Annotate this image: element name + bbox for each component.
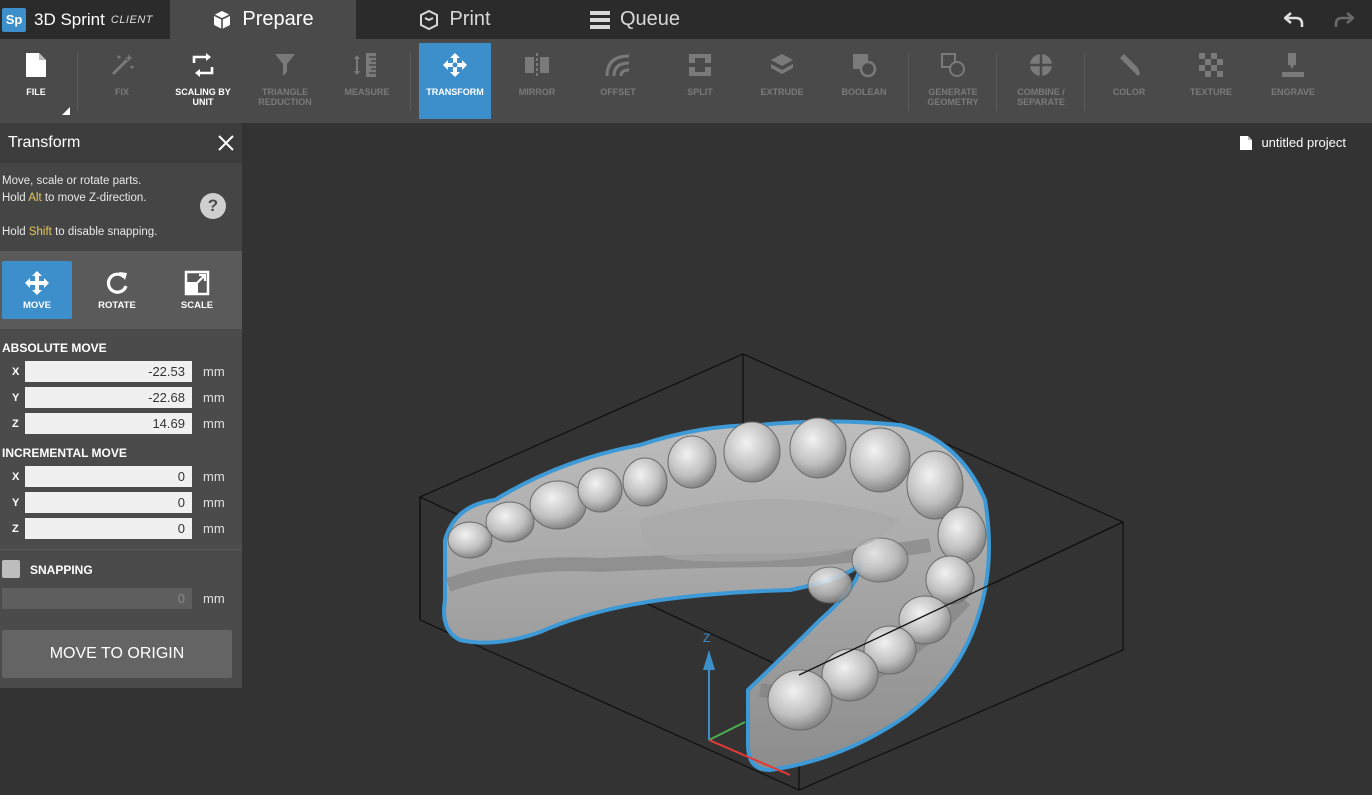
split-icon — [687, 43, 713, 87]
app-edition: CLIENT — [110, 13, 153, 26]
mirror-icon — [524, 43, 550, 87]
incremental-x-row: X 0 mm — [0, 466, 242, 488]
app-logo: Sp 3D Sprint CLIENT — [0, 0, 170, 39]
move-icon — [25, 270, 49, 295]
dental-model-scene: Z — [418, 353, 1125, 791]
split-button[interactable]: SPLIT — [664, 43, 736, 119]
move-mode-button[interactable]: MOVE — [2, 261, 72, 319]
panel-title: Transform — [8, 134, 81, 151]
snapping-checkbox[interactable] — [2, 560, 20, 578]
transform-button[interactable]: TRANSFORM — [419, 43, 491, 119]
file-icon — [25, 43, 47, 87]
tab-print-label: Print — [449, 8, 491, 30]
dropdown-corner-icon — [62, 107, 70, 115]
tab-queue[interactable]: Queue — [570, 0, 700, 39]
generate-geometry-button[interactable]: GENERATE GEOMETRY — [917, 43, 989, 119]
scale-mode-button[interactable]: SCALE — [162, 261, 232, 319]
texture-button[interactable]: TEXTURE — [1175, 43, 1247, 119]
absolute-x-input[interactable]: -22.53 — [25, 361, 192, 382]
paint-brush-icon — [1116, 43, 1142, 87]
panel-header: Transform — [0, 123, 242, 163]
ruler-icon — [354, 43, 380, 87]
transform-modes: MOVE ROTATE SCALE — [0, 251, 242, 329]
axis-z-label: Z — [703, 631, 710, 645]
help-text: Move, scale or rotate parts. Hold Alt to… — [0, 163, 242, 251]
offset-icon — [605, 43, 631, 87]
color-button[interactable]: COLOR — [1093, 43, 1165, 119]
close-icon — [218, 135, 234, 151]
incremental-z-row: Z 0 mm — [0, 518, 242, 540]
move-arrows-icon — [442, 43, 468, 87]
top-bar: Sp 3D Sprint CLIENT Prepare Print Queue — [0, 0, 1372, 39]
wand-icon — [109, 43, 135, 87]
checker-icon — [1199, 43, 1223, 87]
cube-icon — [212, 10, 232, 30]
incremental-move-title: INCREMENTAL MOVE — [2, 446, 127, 460]
close-button[interactable] — [218, 135, 234, 151]
extrude-icon — [769, 43, 795, 87]
combine-separate-button[interactable]: COMBINE / SEPARATE — [1005, 43, 1077, 119]
list-icon — [589, 10, 610, 29]
triangle-reduction-button[interactable]: TRIANGLE REDUCTION — [249, 43, 321, 119]
tab-prepare-label: Prepare — [242, 8, 314, 30]
absolute-y-row: Y -22.68 mm — [0, 387, 242, 409]
tab-queue-label: Queue — [619, 8, 681, 30]
boolean-icon — [851, 43, 877, 87]
absolute-x-row: X -22.53 mm — [0, 361, 242, 383]
file-button[interactable]: FILE — [0, 43, 72, 119]
engrave-button[interactable]: ENGRAVE — [1257, 43, 1329, 119]
boolean-button[interactable]: BOOLEAN — [828, 43, 900, 119]
undo-button[interactable] — [1282, 8, 1306, 32]
toolbar: FILE FIX SCALING BY UNIT TRIANGLE REDUCT… — [0, 39, 1372, 123]
undo-icon — [1284, 12, 1304, 27]
offset-button[interactable]: OFFSET — [582, 43, 654, 119]
app-badge: Sp — [2, 7, 26, 32]
rotate-mode-button[interactable]: ROTATE — [82, 261, 152, 319]
redo-icon — [1334, 12, 1354, 27]
measure-button[interactable]: MEASURE — [331, 43, 403, 119]
scaling-by-unit-button[interactable]: SCALING BY UNIT — [167, 43, 239, 119]
fix-button[interactable]: FIX — [86, 43, 158, 119]
tab-prepare[interactable]: Prepare — [170, 0, 356, 39]
extrude-button[interactable]: EXTRUDE — [746, 43, 818, 119]
engrave-icon — [1280, 43, 1306, 87]
app-name: 3D Sprint — [34, 9, 105, 29]
help-button[interactable]: ? — [200, 193, 226, 219]
dental-model — [442, 417, 991, 773]
combine-icon — [1028, 43, 1054, 87]
redo-button[interactable] — [1332, 8, 1356, 32]
help-line-1: Move, scale or rotate parts. — [2, 175, 142, 187]
incremental-y-row: Y 0 mm — [0, 492, 242, 514]
transform-panel: Transform Move, scale or rotate parts. H… — [0, 123, 242, 688]
mirror-button[interactable]: MIRROR — [501, 43, 573, 119]
incremental-y-input[interactable]: 0 — [25, 492, 192, 513]
tab-print[interactable]: Print — [380, 0, 530, 39]
panel-divider — [0, 549, 242, 550]
funnel-icon — [274, 43, 296, 87]
shapes-icon — [940, 43, 966, 87]
incremental-z-input[interactable]: 0 — [25, 518, 192, 539]
snapping-label: SNAPPING — [30, 563, 93, 577]
scale-icon — [184, 270, 210, 295]
help-line-3: Hold Shift to disable snapping. — [2, 226, 158, 238]
absolute-z-input[interactable]: 14.69 — [25, 413, 192, 434]
absolute-y-input[interactable]: -22.68 — [25, 387, 192, 408]
absolute-z-row: Z 14.69 mm — [0, 413, 242, 435]
snapping-unit: mm — [203, 591, 225, 606]
scale-unit-icon — [190, 43, 216, 87]
rotate-icon — [106, 271, 128, 294]
move-to-origin-button[interactable]: MOVE TO ORIGIN — [2, 630, 232, 678]
3d-viewport[interactable]: untitled project Z — [242, 123, 1372, 795]
snapping-input[interactable]: 0 — [2, 588, 192, 609]
incremental-x-input[interactable]: 0 — [25, 466, 192, 487]
printer-icon — [419, 9, 439, 30]
absolute-move-title: ABSOLUTE MOVE — [2, 341, 107, 355]
